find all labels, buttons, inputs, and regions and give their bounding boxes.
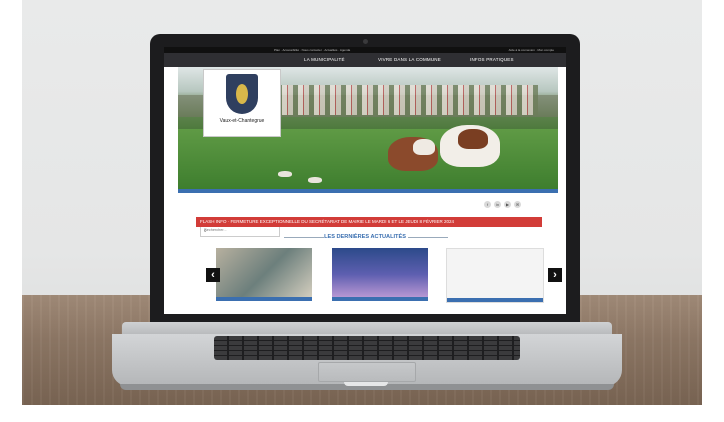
facebook-icon[interactable]: f [484, 201, 491, 208]
laptop-screen: Plan · Accessibilité · Nous contacter · … [164, 47, 566, 314]
site-name: Vaux-et-Chantegrue [219, 118, 265, 124]
flash-info-text: FLASH INFO · FERMETURE EXCEPTIONNELLE DU… [200, 219, 454, 224]
carousel-next-button[interactable]: › [548, 268, 562, 282]
nav-infos-pratiques[interactable]: INFOS PRATIQUES [470, 53, 514, 67]
coat-of-arms-icon [226, 74, 258, 114]
news-card[interactable] [216, 248, 312, 301]
site-logo[interactable]: Vaux-et-Chantegrue [203, 69, 281, 137]
carousel-prev-button[interactable]: ‹ [206, 268, 220, 282]
lid-notch [344, 382, 388, 386]
heron-icon [236, 84, 248, 104]
linkedin-icon[interactable]: in [494, 201, 501, 208]
flash-info-banner[interactable]: FLASH INFO · FERMETURE EXCEPTIONNELLE DU… [196, 217, 542, 227]
news-card[interactable] [446, 248, 544, 303]
hero-bottom-bar [178, 189, 558, 193]
news-heading: LES DERNIÈRES ACTUALITÉS [324, 234, 406, 240]
laptop-lid: Plan · Accessibilité · Nous contacter · … [150, 34, 580, 324]
camera-icon [363, 39, 368, 44]
youtube-icon[interactable]: ▶ [504, 201, 511, 208]
nav-vivre-commune[interactable]: VIVRE DANS LA COMMUNE [378, 53, 441, 67]
nav-municipalite[interactable]: LA MUNICIPALITÉ [304, 53, 345, 67]
laptop-hinge [122, 322, 612, 334]
meadow [178, 129, 558, 189]
news-card[interactable] [332, 248, 428, 301]
photo-frame: Plan · Accessibilité · Nous contacter · … [22, 0, 702, 405]
trackpad [318, 362, 416, 382]
main-navigation: LA MUNICIPALITÉ VIVRE DANS LA COMMUNE IN… [164, 53, 566, 67]
mail-icon[interactable]: ✉ [514, 201, 521, 208]
